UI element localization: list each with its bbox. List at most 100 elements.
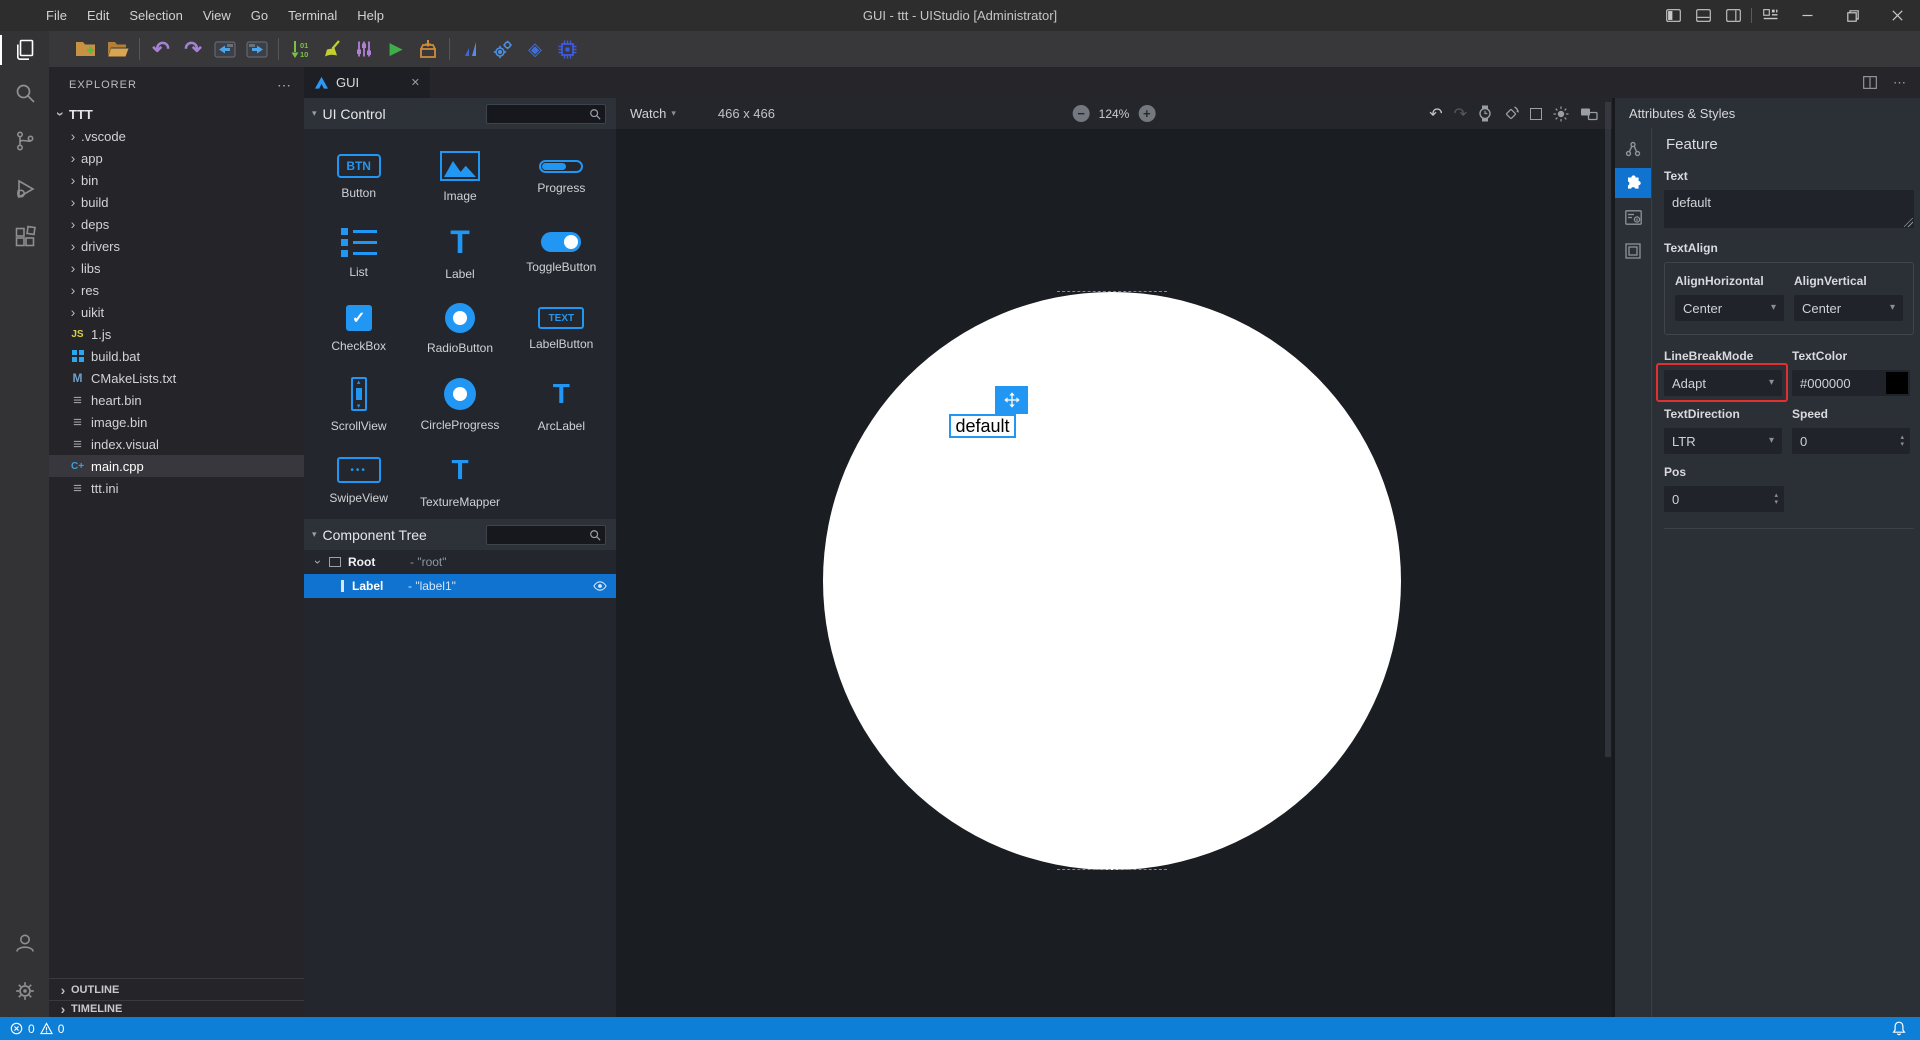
menu-item[interactable]: File — [36, 0, 77, 31]
color-swatch[interactable] — [1886, 372, 1908, 394]
menu-item[interactable]: Terminal — [278, 0, 347, 31]
tree-folder[interactable]: build — [49, 191, 304, 213]
widget-tile[interactable]: List — [308, 215, 409, 291]
zoom-in-button[interactable] — [1138, 105, 1156, 122]
menu-item[interactable]: Selection — [119, 0, 192, 31]
tune-icon[interactable] — [351, 36, 377, 62]
tree-file[interactable]: ttt.ini — [49, 477, 304, 499]
toggle-secondary-sidebar-icon[interactable] — [1718, 0, 1748, 31]
widget-tile[interactable]: CircleProgress — [409, 367, 510, 443]
minimize-button[interactable] — [1785, 0, 1830, 31]
speed-stepper[interactable]: 0 — [1792, 428, 1910, 454]
close-tab-icon[interactable] — [411, 76, 420, 89]
hierarchy-icon[interactable] — [1615, 134, 1651, 164]
chart-icon[interactable] — [458, 36, 484, 62]
split-editor-icon[interactable] — [1863, 76, 1877, 89]
toggle-sidebar-icon[interactable] — [1658, 0, 1688, 31]
widget-tile[interactable]: ScrollView — [308, 367, 409, 443]
menu-item[interactable]: Edit — [77, 0, 119, 31]
new-folder-icon[interactable] — [73, 36, 99, 62]
tree-root-folder[interactable]: TTT — [49, 103, 304, 125]
pos-stepper[interactable]: 0 — [1664, 486, 1784, 512]
menu-item[interactable]: Go — [241, 0, 278, 31]
close-window-button[interactable] — [1875, 0, 1920, 31]
widget-tile[interactable]: ToggleButton — [511, 215, 612, 291]
toggle-panel-icon[interactable] — [1688, 0, 1718, 31]
sort-lines-icon[interactable]: 01 10 — [287, 36, 313, 62]
redo-icon[interactable] — [180, 36, 206, 62]
tree-folder[interactable]: bin — [49, 169, 304, 191]
theme-brightness-icon[interactable] — [1553, 106, 1569, 122]
tree-folder[interactable]: drivers — [49, 235, 304, 257]
more-actions-icon[interactable] — [277, 77, 292, 94]
widget-tile[interactable]: SwipeView — [308, 443, 409, 519]
tree-file[interactable]: main.cpp — [49, 455, 304, 477]
widget-tile[interactable]: LabelButton — [511, 291, 612, 367]
widget-tile[interactable]: RadioButton — [409, 291, 510, 367]
extensions-icon[interactable] — [0, 213, 49, 261]
watch-preview-icon[interactable] — [1478, 105, 1492, 122]
menu-item[interactable]: View — [193, 0, 241, 31]
move-editor-right-icon[interactable] — [244, 36, 270, 62]
editor-more-actions-icon[interactable] — [1893, 75, 1906, 91]
notifications-bell-icon[interactable] — [1892, 1021, 1906, 1036]
widget-tile[interactable]: Button — [308, 139, 409, 215]
linebreakmode-select[interactable]: Adapt — [1664, 370, 1782, 396]
widget-tile[interactable]: Label — [409, 215, 510, 291]
restore-button[interactable] — [1830, 0, 1875, 31]
rotate-screen-icon[interactable] — [1503, 105, 1519, 122]
tree-folder[interactable]: res — [49, 279, 304, 301]
move-editor-left-icon[interactable] — [212, 36, 238, 62]
selected-label-widget[interactable]: default — [949, 414, 1016, 438]
tree-folder[interactable]: deps — [49, 213, 304, 235]
problems-status[interactable]: 0 0 — [10, 1022, 64, 1036]
ui-control-header[interactable]: UI Control — [304, 98, 616, 129]
device-select[interactable]: Watch — [630, 106, 676, 121]
bounds-toggle-icon[interactable] — [1530, 107, 1542, 120]
widget-tile[interactable]: ArcLabel — [511, 367, 612, 443]
widget-tile[interactable]: TextureMapper — [409, 443, 510, 519]
search-icon[interactable] — [0, 69, 49, 117]
source-control-icon[interactable] — [0, 117, 49, 165]
outline-section[interactable]: OUTLINE — [49, 978, 304, 1000]
tree-node-label1[interactable]: Label - "label1" — [304, 574, 616, 598]
tree-file[interactable]: index.visual — [49, 433, 304, 455]
install-icon[interactable] — [415, 36, 441, 62]
design-canvas[interactable]: Watch 466 x 466 124% — [616, 98, 1612, 1017]
tree-folder[interactable]: .vscode — [49, 125, 304, 147]
undo-icon[interactable] — [148, 36, 174, 62]
tree-folder[interactable]: libs — [49, 257, 304, 279]
watch-display[interactable] — [823, 292, 1401, 870]
clean-icon[interactable] — [319, 36, 345, 62]
settings-gear-icon[interactable] — [0, 967, 49, 1015]
shader-diamond-icon[interactable] — [522, 36, 548, 62]
canvas-redo-icon[interactable] — [1454, 104, 1467, 124]
tree-folder[interactable]: uikit — [49, 301, 304, 323]
tree-file[interactable]: 1.js — [49, 323, 304, 345]
frame-style-icon[interactable] — [1615, 236, 1651, 266]
tree-node-root[interactable]: Root - "root" — [304, 550, 616, 574]
zoom-out-button[interactable] — [1072, 105, 1090, 122]
align-vertical-select[interactable]: Center — [1794, 295, 1903, 321]
menu-item[interactable]: Help — [347, 0, 394, 31]
tree-file[interactable]: CMakeLists.txt — [49, 367, 304, 389]
widget-tile[interactable]: Image — [409, 139, 510, 215]
widget-tile[interactable]: CheckBox — [308, 291, 409, 367]
move-handle[interactable] — [995, 386, 1028, 414]
align-horizontal-select[interactable]: Center — [1675, 295, 1784, 321]
info-card-icon[interactable] — [1615, 202, 1651, 232]
customize-layout-icon[interactable] — [1755, 0, 1785, 31]
open-folder-icon[interactable] — [105, 36, 131, 62]
feature-puzzle-icon[interactable] — [1615, 168, 1651, 198]
run-debug-icon[interactable] — [0, 165, 49, 213]
explorer-icon[interactable] — [0, 31, 49, 69]
component-tree-header[interactable]: Component Tree — [304, 519, 616, 550]
visibility-eye-icon[interactable] — [593, 579, 607, 593]
timeline-section[interactable]: TIMELINE — [49, 1000, 304, 1017]
tree-file[interactable]: heart.bin — [49, 389, 304, 411]
component-tree-search-input[interactable] — [486, 524, 606, 545]
tree-file[interactable]: image.bin — [49, 411, 304, 433]
account-icon[interactable] — [0, 919, 49, 967]
layout-swap-icon[interactable] — [1580, 107, 1598, 121]
tree-folder[interactable]: app — [49, 147, 304, 169]
